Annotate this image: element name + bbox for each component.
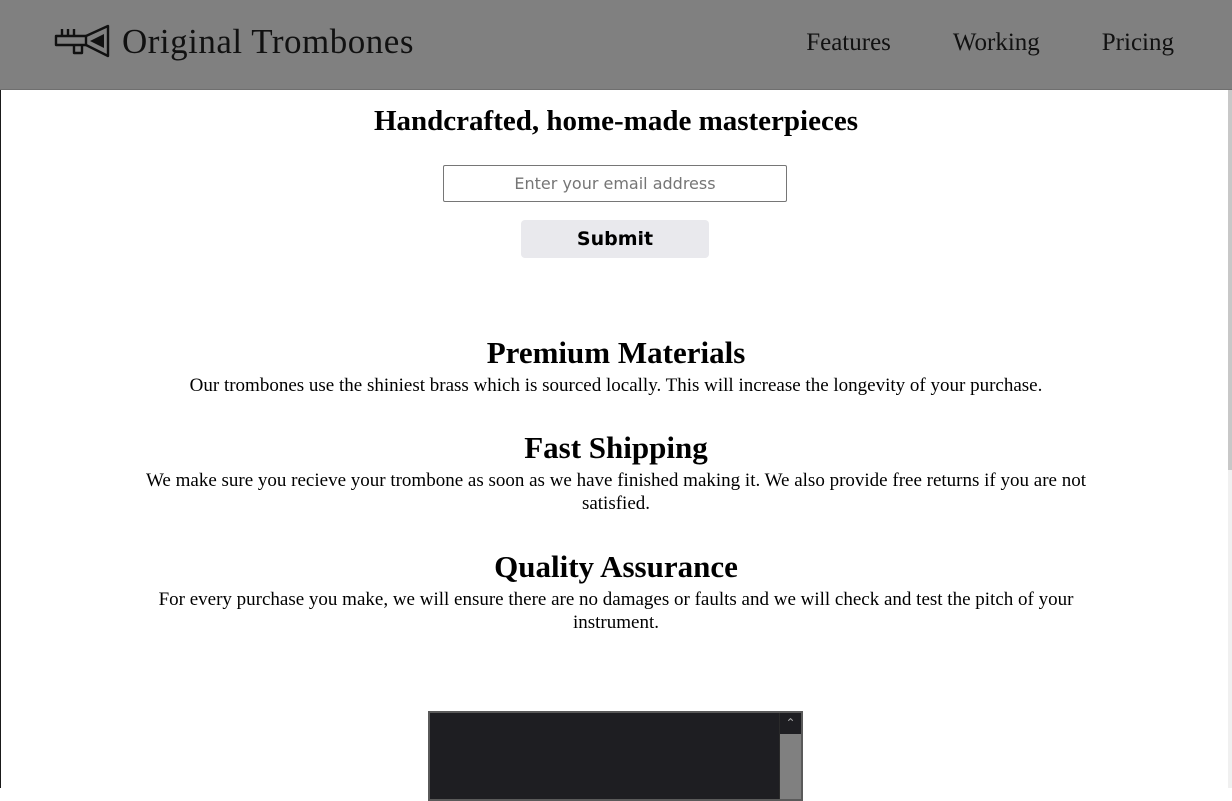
nav-link-pricing[interactable]: Pricing — [1102, 30, 1174, 55]
page-scrollbar[interactable] — [1228, 90, 1232, 788]
video-scrollbar[interactable]: ⌃ — [779, 713, 801, 799]
feature-title: Fast Shipping — [524, 430, 708, 465]
page-scrollbar-thumb[interactable] — [1228, 90, 1232, 470]
hero-title: Handcrafted, home-made masterpieces — [373, 105, 859, 137]
feature-description: Our trombones use the shiniest brass whi… — [189, 375, 1043, 397]
feature-description: For every purchase you make, we will ens… — [158, 589, 1074, 634]
site-header: Original Trombones Features Working Pric… — [0, 0, 1232, 90]
chevron-up-icon[interactable]: ⌃ — [780, 713, 801, 734]
feature-description: We make sure you recieve your trombone a… — [146, 470, 1086, 515]
nav-link-working[interactable]: Working — [953, 30, 1040, 55]
feature-title: Premium Materials — [486, 335, 746, 370]
logo[interactable]: Original Trombones — [54, 22, 414, 60]
nav-link-features[interactable]: Features — [806, 30, 891, 55]
trombone-logo-icon — [54, 24, 110, 58]
feature-premium-materials: Premium Materials Our trombones use the … — [0, 335, 1232, 397]
email-input[interactable] — [443, 165, 787, 202]
submit-button[interactable]: Submit — [521, 220, 709, 258]
feature-title: Quality Assurance — [494, 549, 738, 584]
feature-fast-shipping: Fast Shipping We make sure you recieve y… — [0, 430, 1232, 515]
brand-name: Original Trombones — [122, 21, 414, 61]
feature-quality-assurance: Quality Assurance For every purchase you… — [0, 549, 1232, 634]
main-nav: Features Working Pricing — [744, 30, 1174, 55]
